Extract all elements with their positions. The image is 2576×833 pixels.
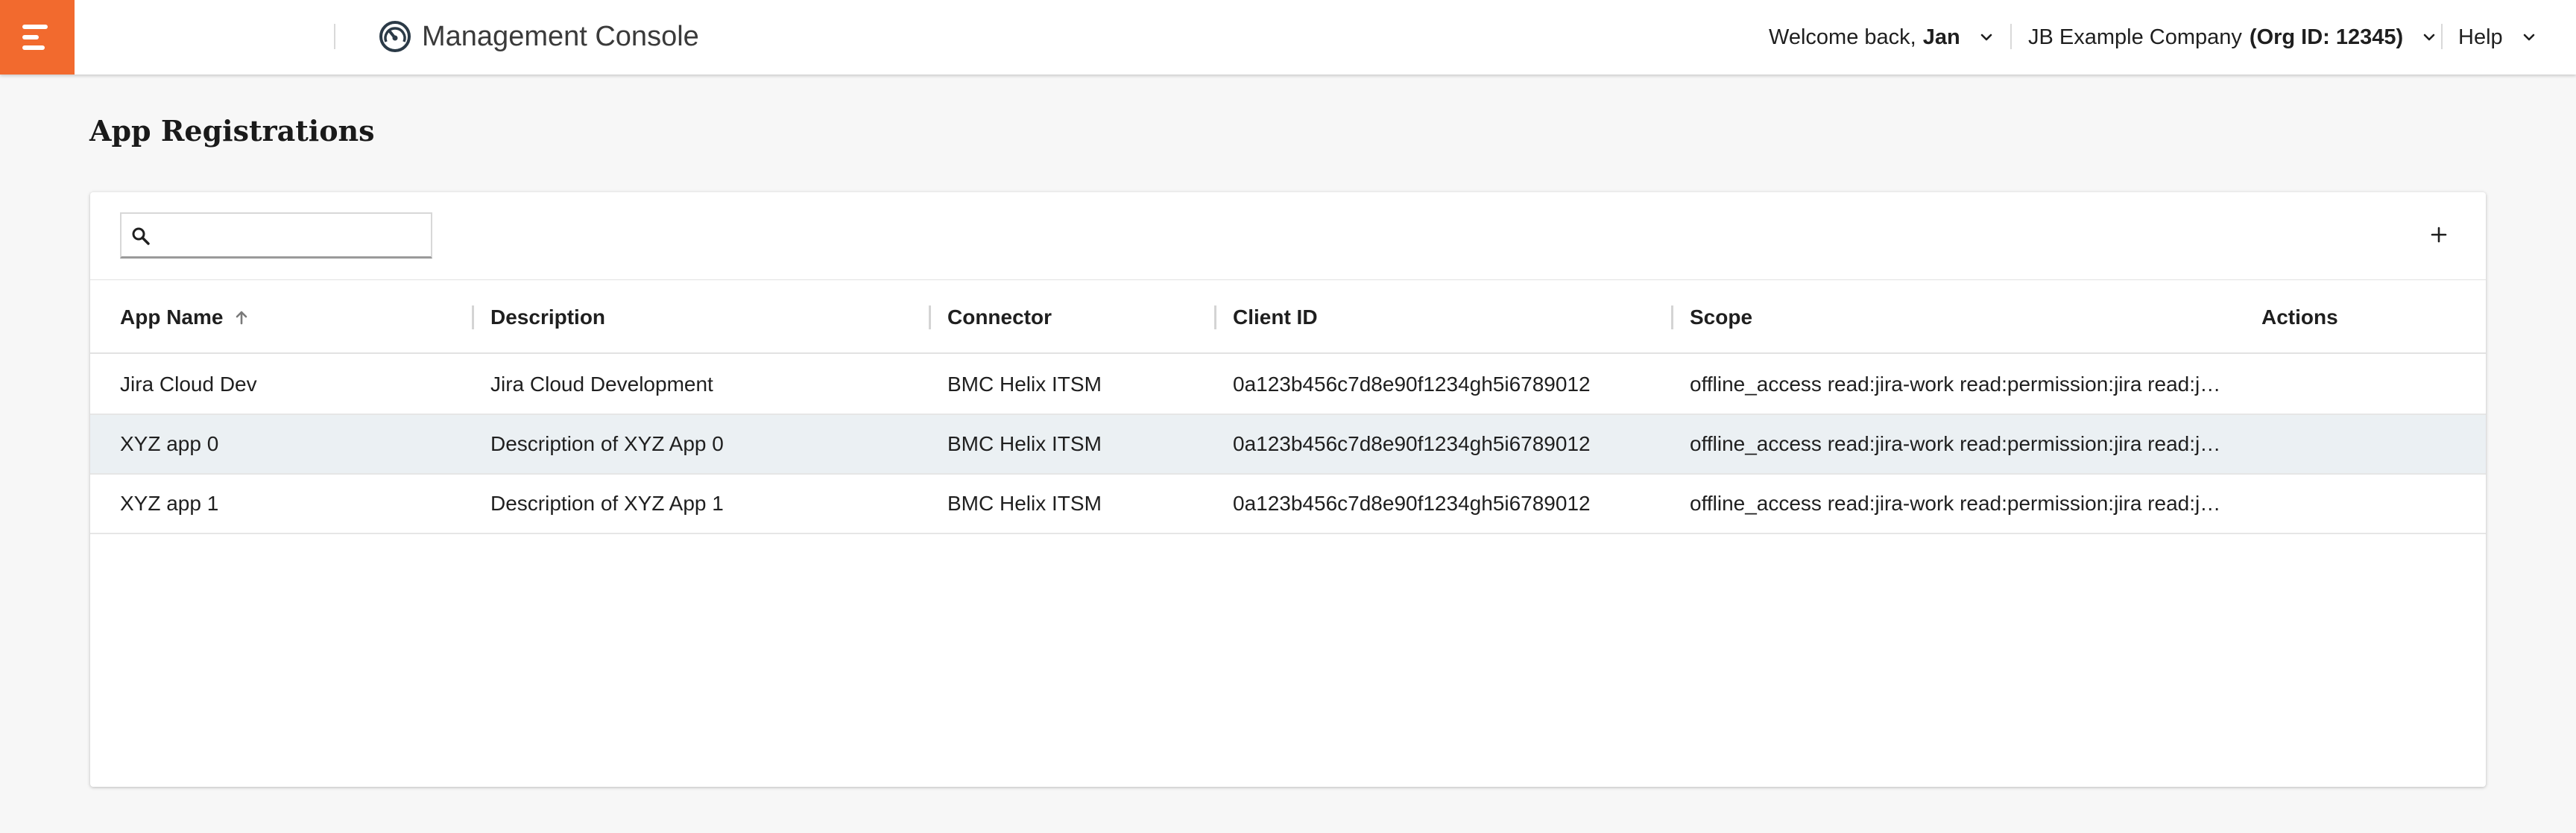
table-row[interactable]: XYZ app 1 Description of XYZ App 1 BMC H… — [90, 475, 2486, 534]
column-resize-handle[interactable] — [929, 305, 931, 329]
cell-client-id: 0a123b456c7d8e90f1234gh5i6789012 — [1233, 432, 1591, 455]
cell-client-id: 0a123b456c7d8e90f1234gh5i6789012 — [1233, 373, 1591, 396]
cell-connector: BMC Helix ITSM — [947, 432, 1102, 455]
header-divider — [2010, 24, 2012, 49]
welcome-text: Welcome back, — [1769, 25, 1916, 49]
user-menu[interactable]: Welcome back, Jan — [1769, 0, 1996, 75]
cell-scope: offline_access read:jira-work read:permi… — [1690, 492, 2222, 515]
org-id: (Org ID: 12345) — [2249, 25, 2404, 49]
cell-client-id: 0a123b456c7d8e90f1234gh5i6789012 — [1233, 492, 1591, 515]
cell-scope: offline_access read:jira-work read:permi… — [1690, 373, 2222, 396]
column-header-scope[interactable]: Scope — [1690, 280, 1752, 355]
cell-description: Jira Cloud Development — [490, 373, 713, 396]
table-header: App Name Description Connector Client ID… — [90, 279, 2486, 354]
plus-icon — [2431, 227, 2447, 243]
column-header-app-name[interactable]: App Name — [120, 280, 251, 355]
column-header-connector[interactable]: Connector — [947, 280, 1052, 355]
top-bar: Management Console Welcome back, Jan JB … — [0, 0, 2576, 75]
search-icon — [132, 227, 150, 245]
cell-app-name: Jira Cloud Dev — [120, 373, 257, 396]
org-menu[interactable]: JB Example Company (Org ID: 12345) — [2028, 0, 2439, 75]
cell-connector: BMC Helix ITSM — [947, 492, 1102, 515]
column-resize-handle[interactable] — [1214, 305, 1216, 329]
app-registrations-table-card: App Name Description Connector Client ID… — [90, 192, 2486, 787]
cell-scope: offline_access read:jira-work read:permi… — [1690, 432, 2222, 455]
column-resize-handle[interactable] — [1671, 305, 1673, 329]
help-menu[interactable]: Help — [2458, 0, 2539, 75]
company-name: JB Example Company — [2028, 25, 2242, 49]
page-title: App Registrations — [89, 114, 375, 148]
table-row[interactable]: XYZ app 0 Description of XYZ App 0 BMC H… — [90, 415, 2486, 475]
chevron-down-icon — [2423, 34, 2435, 41]
user-name: Jan — [1922, 25, 1960, 49]
cell-app-name: XYZ app 1 — [120, 492, 219, 515]
chevron-down-icon — [2523, 34, 2534, 41]
cell-description: Description of XYZ App 0 — [490, 432, 724, 455]
header-divider — [2441, 24, 2443, 49]
search-field[interactable] — [120, 212, 432, 259]
gauge-icon — [379, 21, 411, 52]
menu-button[interactable] — [0, 0, 75, 75]
cell-app-name: XYZ app 0 — [120, 432, 219, 455]
cell-description: Description of XYZ App 1 — [490, 492, 724, 515]
arrow-up-icon — [236, 311, 247, 325]
app-title: Management Console — [422, 21, 699, 52]
column-header-client-id[interactable]: Client ID — [1233, 280, 1318, 355]
search-input[interactable] — [159, 218, 423, 253]
column-header-description[interactable]: Description — [490, 280, 605, 355]
column-resize-handle[interactable] — [472, 305, 474, 329]
brand-divider — [334, 24, 335, 49]
add-registration-button[interactable] — [2423, 219, 2455, 250]
table-row[interactable]: Jira Cloud Dev Jira Cloud Development BM… — [90, 355, 2486, 415]
help-label: Help — [2458, 25, 2503, 49]
column-header-actions: Actions — [2261, 305, 2338, 329]
chevron-down-icon — [1980, 34, 1992, 41]
cell-connector: BMC Helix ITSM — [947, 373, 1102, 396]
